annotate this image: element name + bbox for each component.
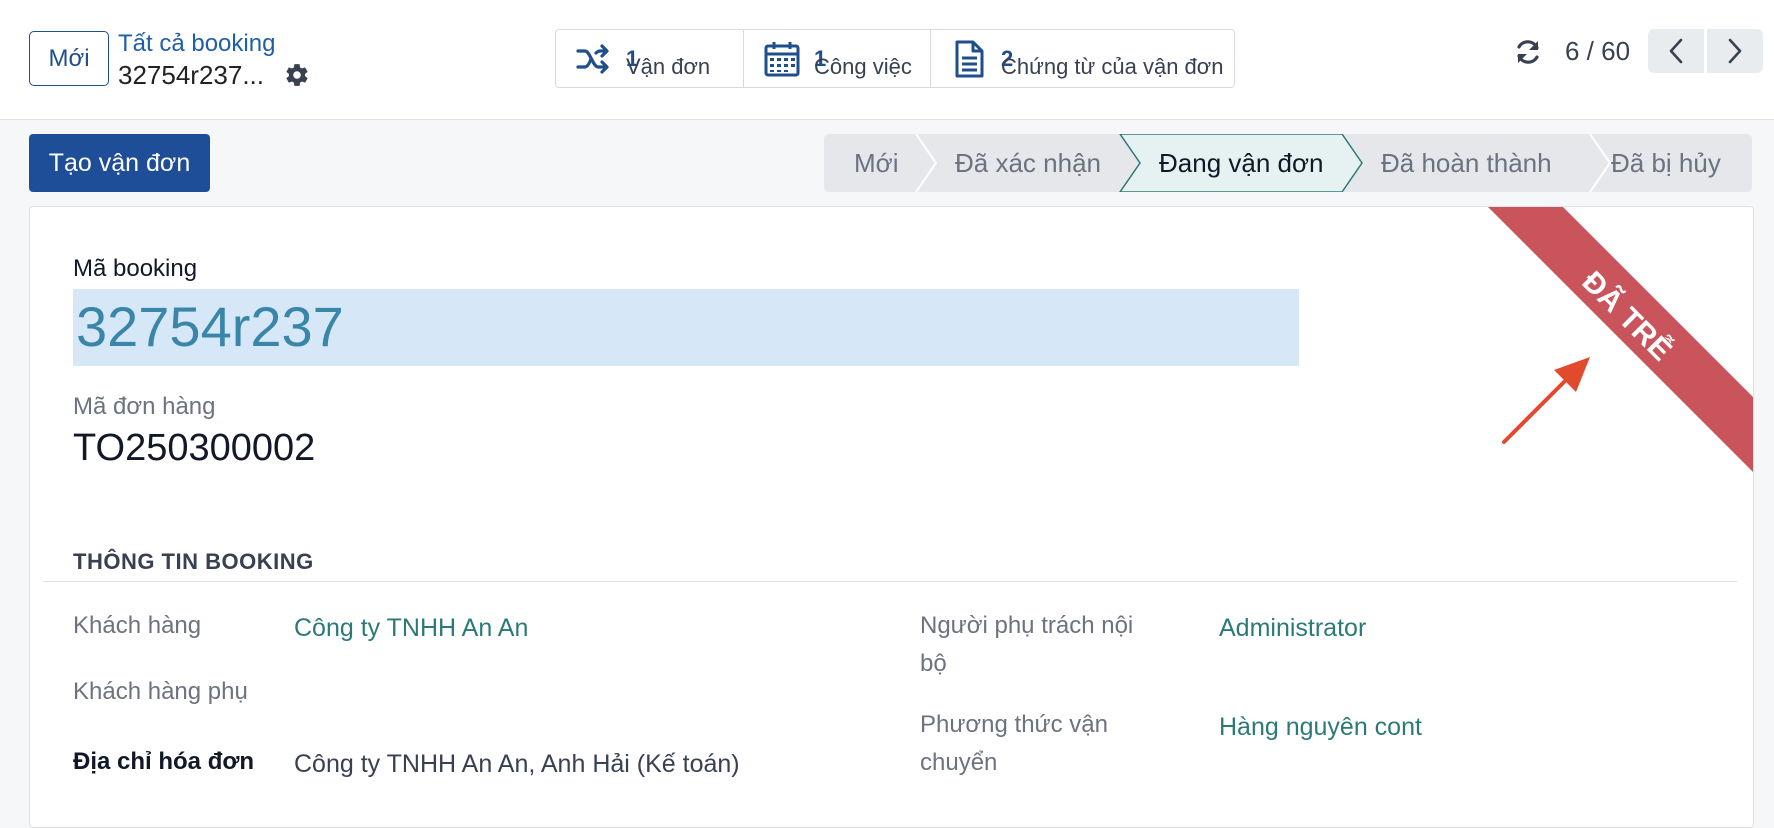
customer-value[interactable]: Công ty TNHH An An (294, 609, 528, 647)
shipping-method-label: Phương thức vận chuyển (920, 706, 1108, 782)
invoice-address-label: Địa chỉ hóa đơn (73, 748, 255, 775)
breadcrumb-current-record: 32754r237... (118, 60, 265, 90)
pager-previous-button[interactable] (1648, 29, 1704, 73)
internal-manager-label-line1: Người phụ trách nội (920, 612, 1134, 639)
internal-manager-label-line2: bộ (920, 650, 947, 677)
breadcrumb-all-bookings-link[interactable]: Tất cả booking (118, 30, 275, 58)
section-divider (43, 581, 1737, 582)
status-stages: Mới Đã xác nhận Đang vận đơn Đã hoàn thà… (824, 134, 1752, 192)
annotation-arrow (1502, 357, 1590, 444)
shipping-method-label-line1: Phương thức vận (920, 711, 1108, 738)
create-bill-of-lading-button[interactable]: Tạo vận đơn (29, 134, 210, 192)
new-record-button[interactable]: Mới (29, 31, 109, 86)
stage-in-transport[interactable]: Đang vận đơn (1159, 134, 1324, 192)
section-title-booking-info: THÔNG TIN BOOKING (73, 549, 314, 574)
stage-confirmed[interactable]: Đã xác nhận (955, 134, 1101, 192)
order-code-label: Mã đơn hàng (73, 393, 216, 420)
shipping-method-value[interactable]: Hàng nguyên cont (1219, 708, 1422, 746)
internal-manager-label: Người phụ trách nội bộ (920, 607, 1133, 683)
pager-value[interactable]: 6 / 60 (1565, 36, 1630, 67)
pager-next-button[interactable] (1707, 29, 1763, 73)
chevron-right-icon (1728, 38, 1742, 64)
smart-button-label: Vận đơn (626, 53, 711, 79)
calendar-icon (764, 41, 800, 76)
refresh-icon[interactable] (1513, 37, 1543, 67)
smart-button-label: Công việc (814, 53, 912, 79)
form-sheet: Mã booking 32754r237 Mã đơn hàng TO25030… (29, 206, 1754, 828)
smart-button-bill-of-lading[interactable]: Vận đơn 1 (556, 30, 744, 87)
chevron-left-icon (1669, 38, 1683, 64)
stage-completed[interactable]: Đã hoàn thành (1381, 134, 1552, 192)
booking-code-label: Mã booking (73, 255, 198, 282)
sub-customer-label: Khách hàng phụ (73, 678, 248, 705)
customer-label: Khách hàng (73, 612, 202, 639)
order-code-value: TO250300002 (73, 427, 316, 469)
late-ribbon (1488, 207, 1753, 472)
shuffle-icon (576, 43, 609, 74)
smart-button-documents[interactable]: Chứng từ của vận đơn 2 (931, 30, 1234, 87)
stage-cancelled[interactable]: Đã bị hủy (1611, 134, 1721, 192)
late-ribbon-label: ĐÃ TRỄ (1576, 264, 1679, 367)
document-icon (955, 40, 984, 77)
internal-manager-value[interactable]: Administrator (1219, 609, 1366, 647)
smart-button-tasks[interactable]: Công việc 1 (744, 30, 931, 87)
gear-icon[interactable] (284, 62, 310, 88)
sub-customer-field[interactable] (294, 673, 854, 711)
control-panel: Mới Tất cả booking 32754r237... Vận đơn … (0, 0, 1774, 120)
shipping-method-label-line2: chuyển (920, 749, 998, 776)
invoice-address-value[interactable]: Công ty TNHH An An, Anh Hải (Kế toán) (294, 745, 740, 783)
smart-buttons: Vận đơn 1 Công việc 1 Chứng từ của vận đ… (555, 29, 1235, 88)
stage-new[interactable]: Mới (854, 134, 898, 192)
smart-button-label: Chứng từ của vận đơn (1001, 53, 1224, 79)
booking-code-value[interactable]: 32754r237 (76, 295, 344, 359)
